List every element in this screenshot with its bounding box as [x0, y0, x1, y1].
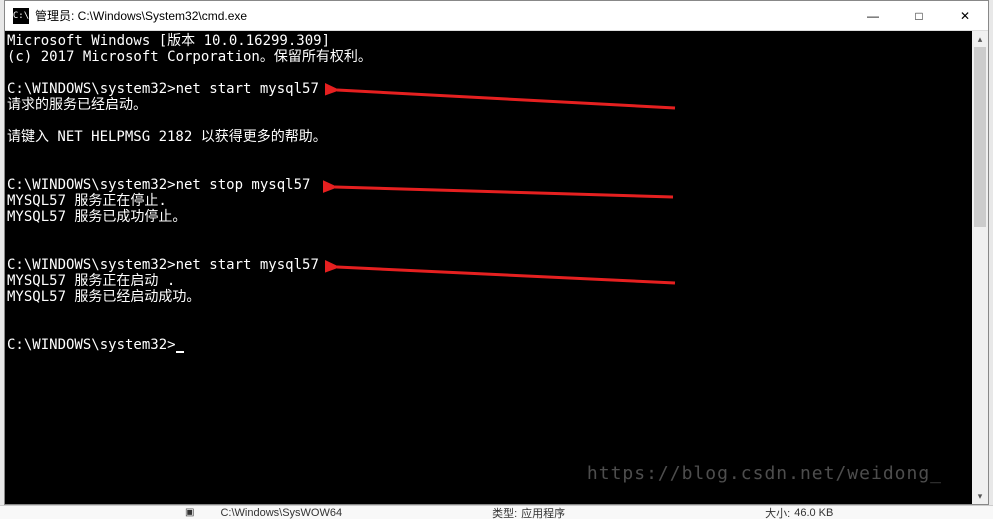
window-controls: — □ ✕: [850, 1, 988, 30]
command-input: net start mysql57: [176, 81, 319, 97]
minimize-button[interactable]: —: [850, 1, 896, 30]
terminal-line: MYSQL57 服务已成功停止。: [7, 209, 186, 225]
command-input: net start mysql57: [176, 257, 319, 273]
status-type-value: 应用程序: [521, 505, 565, 519]
terminal-line: 请键入 NET HELPMSG 2182 以获得更多的帮助。: [7, 129, 327, 145]
terminal-output[interactable]: Microsoft Windows [版本 10.0.16299.309] (c…: [5, 31, 972, 504]
command-input: net stop mysql57: [176, 177, 311, 193]
maximize-button[interactable]: □: [896, 1, 942, 30]
vertical-scrollbar[interactable]: ▴ ▾: [972, 31, 988, 504]
titlebar[interactable]: C:\ 管理员: C:\Windows\System32\cmd.exe — □…: [5, 1, 988, 31]
terminal-area: Microsoft Windows [版本 10.0.16299.309] (c…: [5, 31, 988, 504]
scroll-down-icon[interactable]: ▾: [972, 488, 988, 504]
close-button[interactable]: ✕: [942, 1, 988, 30]
annotation-arrow-icon: [325, 78, 685, 118]
status-size-label: 大小:: [765, 505, 790, 519]
status-size-value: 46.0 KB: [794, 507, 833, 519]
prompt: C:\WINDOWS\system32>: [7, 177, 176, 193]
annotation-arrow-icon: [323, 171, 683, 211]
terminal-line: (c) 2017 Microsoft Corporation。保留所有权利。: [7, 49, 372, 65]
watermark-text: https://blog.csdn.net/weidong_: [587, 466, 942, 482]
cmd-icon: C:\: [13, 8, 29, 24]
status-type-label: 类型:: [492, 505, 517, 519]
prompt: C:\WINDOWS\system32>: [7, 337, 176, 353]
terminal-line: MYSQL57 服务已经启动成功。: [7, 289, 200, 305]
app-icon: ▣: [185, 507, 194, 518]
terminal-line: Microsoft Windows [版本 10.0.16299.309]: [7, 33, 330, 49]
window-title: 管理员: C:\Windows\System32\cmd.exe: [35, 7, 850, 24]
scroll-thumb[interactable]: [974, 47, 986, 227]
terminal-line: 请求的服务已经启动。: [7, 97, 147, 113]
status-path: C:\Windows\SysWOW64: [220, 507, 342, 519]
annotation-arrow-icon: [325, 253, 685, 293]
terminal-line: MYSQL57 服务正在停止.: [7, 193, 167, 209]
terminal-line: MYSQL57 服务正在启动 .: [7, 273, 175, 289]
prompt: C:\WINDOWS\system32>: [7, 81, 176, 97]
scroll-up-icon[interactable]: ▴: [972, 31, 988, 47]
cursor-icon: [176, 351, 184, 353]
cmd-window: C:\ 管理员: C:\Windows\System32\cmd.exe — □…: [4, 0, 989, 505]
status-bar: ▣ C:\Windows\SysWOW64 类型: 应用程序 大小: 46.0 …: [0, 505, 993, 519]
prompt: C:\WINDOWS\system32>: [7, 257, 176, 273]
